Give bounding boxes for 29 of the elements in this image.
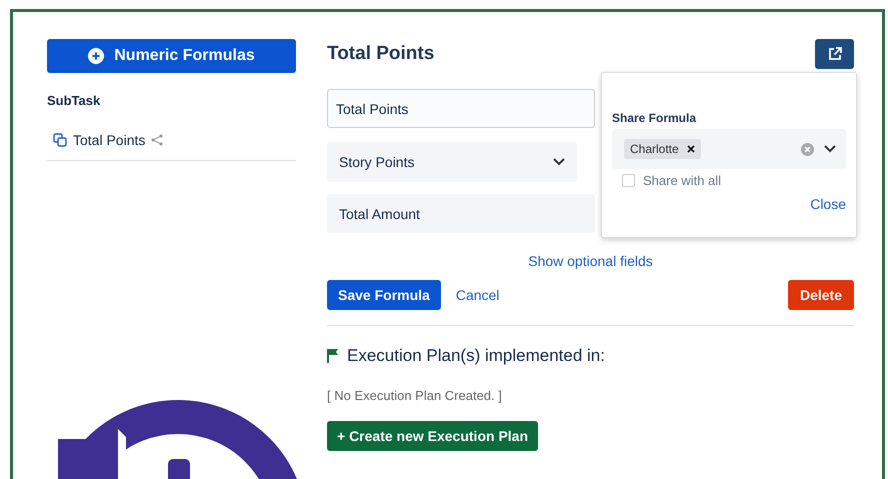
dropdown-value: Story Points (339, 154, 414, 170)
remove-icon[interactable] (686, 145, 695, 153)
chevron-down-icon (553, 158, 565, 166)
field-dropdown[interactable]: Story Points (327, 142, 577, 182)
formula-item[interactable]: Total Points (73, 132, 146, 148)
checkbox[interactable] (622, 174, 635, 187)
name-input[interactable]: Total Points (327, 89, 595, 128)
flag-icon (327, 348, 339, 364)
external-link-icon (826, 46, 842, 62)
share-label: Share Formula (612, 111, 698, 125)
empty-message: [ No Execution Plan Created. ] (327, 388, 503, 403)
formula-icon (53, 133, 67, 147)
formula-title: Total Points (327, 43, 434, 65)
plus-circle-icon (88, 48, 104, 64)
checkbox-label: Share with all (643, 173, 722, 188)
tag-label: Charlotte (630, 142, 679, 156)
add-formula-button[interactable]: Numeric Formulas (47, 39, 296, 73)
field-box[interactable]: Total Amount (327, 194, 595, 233)
group-label: SubTask (47, 93, 102, 108)
chevron-down-icon[interactable] (824, 145, 836, 153)
save-button[interactable]: Save Formula (327, 280, 441, 310)
delete-button[interactable]: Delete (788, 280, 854, 310)
cancel-link[interactable]: Cancel (456, 287, 500, 303)
share-button[interactable] (815, 39, 854, 69)
show-optional-link[interactable]: Show optional fields (528, 253, 653, 269)
user-select[interactable]: Charlotte (612, 129, 846, 169)
close-link[interactable]: Close (810, 196, 846, 212)
execution-heading: Execution Plan(s) implemented in: (347, 346, 605, 366)
create-plan-button[interactable]: + Create new Execution Plan (327, 421, 538, 451)
